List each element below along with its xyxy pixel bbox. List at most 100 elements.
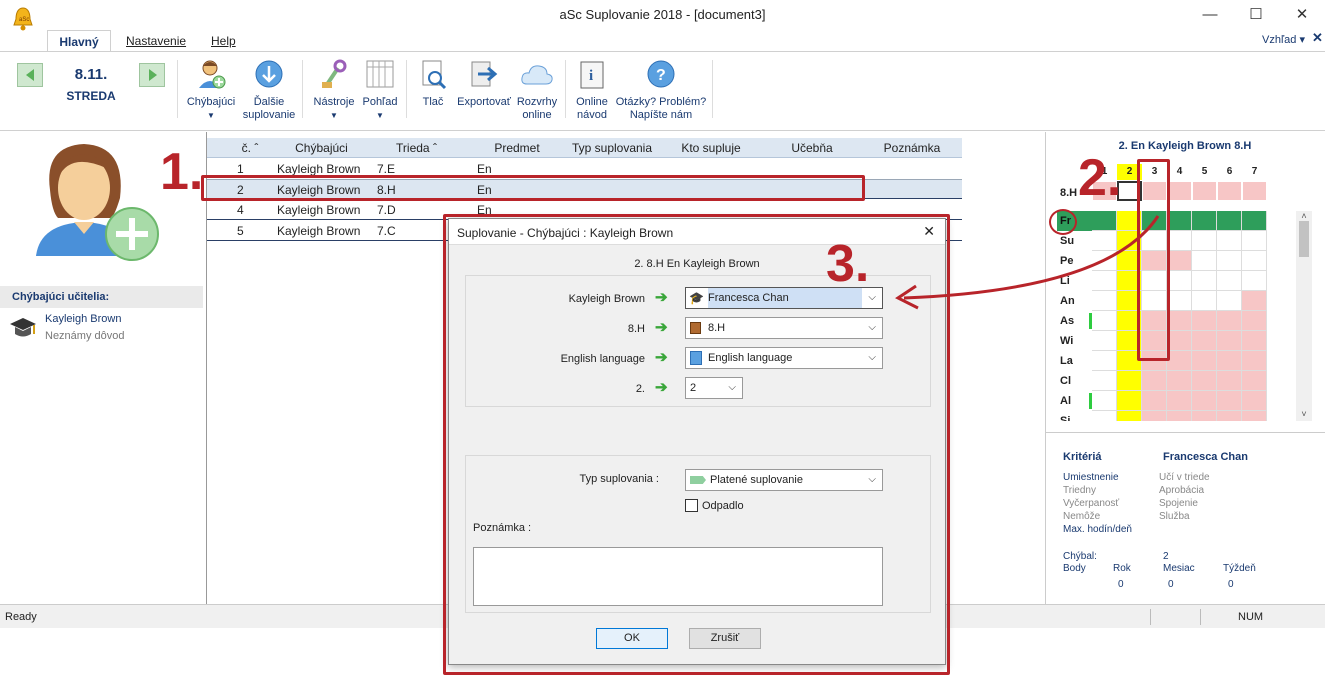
col-note[interactable]: Poznámka	[862, 139, 962, 157]
grid-cell[interactable]	[1192, 231, 1217, 251]
view-menu[interactable]: Vzhľad ▾	[1262, 33, 1305, 46]
grid-cell[interactable]	[1092, 391, 1117, 411]
prev-day-button[interactable]	[17, 63, 43, 87]
grid-cell[interactable]	[1142, 391, 1167, 411]
more-subs-button[interactable]: Ďalšie suplovanie	[240, 58, 298, 122]
export-button[interactable]: Exportovať	[454, 58, 514, 109]
grid-cell[interactable]	[1092, 331, 1117, 351]
grid-cell[interactable]	[1167, 351, 1192, 371]
grid-cell[interactable]	[1142, 371, 1167, 391]
criteria-title: Kritériá	[1063, 451, 1102, 463]
grid-cell[interactable]	[1117, 371, 1142, 391]
grid-cell[interactable]	[1192, 351, 1217, 371]
tab-hlavny[interactable]: Hlavný	[47, 30, 111, 52]
grid-cell[interactable]	[1242, 211, 1267, 231]
tab-nastavenie[interactable]: Nastavenie	[112, 30, 200, 52]
grid-scrollbar[interactable]: ˄ ˅	[1296, 211, 1312, 421]
teacher-row-label[interactable]: Wi	[1057, 331, 1092, 351]
grid-cell[interactable]	[1242, 311, 1267, 331]
maximize-button[interactable]: ☐	[1233, 0, 1279, 30]
grid-cell[interactable]	[1192, 331, 1217, 351]
absent-button[interactable]: Chýbajúci ▼	[183, 58, 239, 122]
annotation-box-row	[201, 175, 865, 201]
grid-cell[interactable]	[1242, 351, 1267, 371]
col-number[interactable]: č. ˆ	[230, 139, 270, 157]
grid-cell[interactable]	[1192, 411, 1217, 421]
online-guide-label-1: Online	[576, 96, 608, 108]
teacher-row-label[interactable]: Cl	[1057, 371, 1092, 391]
grid-cell[interactable]	[1192, 291, 1217, 311]
grid-cell[interactable]	[1117, 411, 1142, 421]
schedule-online-label-1: Rozvrhy	[516, 96, 558, 108]
grid-cell[interactable]	[1167, 271, 1192, 291]
tools-label: Nástroje	[313, 96, 355, 108]
close-button[interactable]: ✕	[1279, 0, 1325, 30]
grid-cell[interactable]	[1242, 271, 1267, 291]
grid-cell[interactable]	[1142, 411, 1167, 421]
grid-cell[interactable]	[1242, 331, 1267, 351]
grid-cell[interactable]	[1217, 291, 1242, 311]
grid-cell[interactable]	[1242, 291, 1267, 311]
grid-cell[interactable]	[1217, 311, 1242, 331]
grid-cell[interactable]	[1167, 211, 1192, 231]
grid-cell[interactable]	[1167, 311, 1192, 331]
grid-cell[interactable]	[1167, 251, 1192, 271]
tab-help[interactable]: Help	[197, 30, 250, 52]
grid-cell[interactable]	[1192, 271, 1217, 291]
grid-cell[interactable]	[1192, 391, 1217, 411]
grid-cell[interactable]	[1192, 211, 1217, 231]
col-sub-type[interactable]: Typ suplovania	[564, 139, 660, 157]
teacher-row-label[interactable]: La	[1057, 351, 1092, 371]
grid-cell[interactable]	[1167, 291, 1192, 311]
grid-cell[interactable]	[1192, 311, 1217, 331]
grid-cell[interactable]	[1117, 391, 1142, 411]
col-subject[interactable]: Predmet	[470, 139, 564, 157]
grid-cell[interactable]	[1167, 411, 1192, 421]
add-teacher-avatar-icon[interactable]	[30, 138, 166, 264]
col-room[interactable]: Učebňa	[762, 139, 862, 157]
class-row-cell	[1192, 181, 1217, 201]
grid-cell[interactable]	[1092, 371, 1117, 391]
grid-cell[interactable]	[1192, 251, 1217, 271]
col-class[interactable]: Trieda ˆ	[373, 139, 460, 157]
grid-cell[interactable]	[1217, 371, 1242, 391]
status-text: Ready	[5, 611, 37, 623]
online-guide-button[interactable]: i Online návod	[569, 58, 615, 122]
teacher-row-label[interactable]: As	[1057, 311, 1092, 331]
grid-cell[interactable]	[1217, 211, 1242, 231]
teacher-row-label[interactable]: Si	[1057, 411, 1092, 421]
grid-cell[interactable]	[1217, 251, 1242, 271]
grid-cell[interactable]	[1217, 391, 1242, 411]
grid-cell[interactable]	[1242, 391, 1267, 411]
grid-cell[interactable]	[1242, 371, 1267, 391]
grid-cell[interactable]	[1167, 331, 1192, 351]
grid-cell[interactable]	[1092, 351, 1117, 371]
grid-cell[interactable]	[1217, 411, 1242, 421]
grid-cell[interactable]	[1167, 371, 1192, 391]
tools-button[interactable]: Nástroje ▼	[310, 58, 358, 122]
grid-cell[interactable]	[1242, 411, 1267, 421]
grid-cell[interactable]	[1092, 311, 1117, 331]
grid-cell[interactable]	[1217, 331, 1242, 351]
schedule-online-button[interactable]: Rozvrhy online	[514, 58, 560, 122]
teacher-row-label[interactable]: Al	[1057, 391, 1092, 411]
grid-cell[interactable]	[1242, 231, 1267, 251]
stat-points-label: Body	[1063, 563, 1086, 574]
close-doc-icon[interactable]: ✕	[1312, 30, 1323, 46]
grid-cell[interactable]	[1192, 371, 1217, 391]
absent-teacher-name[interactable]: Kayleigh Brown	[45, 313, 121, 325]
grid-cell[interactable]	[1167, 391, 1192, 411]
grid-cell[interactable]	[1242, 251, 1267, 271]
grid-cell[interactable]	[1217, 271, 1242, 291]
grid-cell[interactable]	[1217, 351, 1242, 371]
questions-button[interactable]: ? Otázky? Problém? Napíšte nám	[614, 58, 708, 122]
view-button[interactable]: Pohľad ▼	[358, 58, 402, 122]
col-absent[interactable]: Chýbajúci	[270, 139, 373, 157]
print-button[interactable]: Tlač	[413, 58, 453, 109]
next-day-button[interactable]	[139, 63, 165, 87]
minimize-button[interactable]: —	[1187, 0, 1233, 30]
col-substitute[interactable]: Kto supluje	[660, 139, 762, 157]
grid-cell[interactable]	[1092, 411, 1117, 421]
grid-cell[interactable]	[1217, 231, 1242, 251]
grid-cell[interactable]	[1167, 231, 1192, 251]
